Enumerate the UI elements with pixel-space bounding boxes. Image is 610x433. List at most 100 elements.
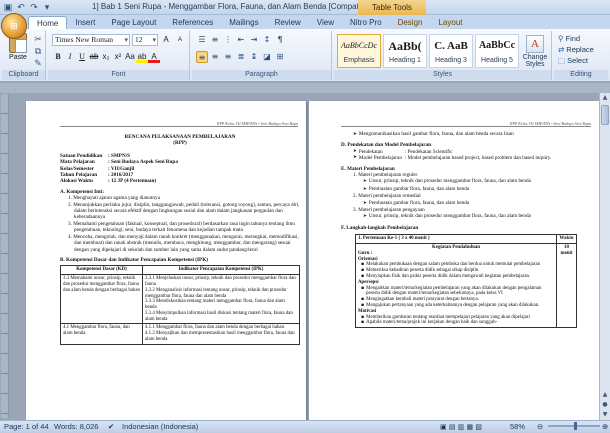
ribbon: Paste ✂ ⧉ ✎ Clipboard Times New Roman 12…: [0, 29, 610, 82]
styles-group-label: Styles: [334, 70, 551, 80]
office-button[interactable]: ⊞: [1, 13, 27, 39]
style-heading-3[interactable]: C. AaB Heading 3: [429, 34, 473, 68]
font-name-combo[interactable]: Times New Roman: [52, 34, 130, 46]
shading-icon[interactable]: ◪: [261, 51, 273, 63]
select-icon: ⬚: [558, 56, 566, 65]
font-group: Times New Roman 12 A A B I U ab x₂ x² Aa…: [48, 31, 190, 80]
style-heading-5[interactable]: AaBbCc Heading 5: [475, 34, 519, 68]
bullets-icon[interactable]: ☰: [196, 34, 208, 46]
bullet-icon: ▪: [361, 320, 365, 326]
font-size-combo[interactable]: 12: [132, 34, 158, 46]
font-color-button[interactable]: A: [148, 51, 160, 63]
subscript-button[interactable]: x₂: [100, 51, 112, 63]
style-name: Heading 3: [435, 57, 467, 64]
style-emphasis[interactable]: AaBbCcDc Emphasis: [337, 34, 381, 68]
prev-page-icon[interactable]: ▲: [600, 390, 610, 400]
page-count[interactable]: Page: 1 of 44: [4, 421, 49, 433]
show-formatting-icon[interactable]: ¶: [274, 34, 286, 46]
superscript-button[interactable]: x²: [112, 51, 124, 63]
kd-cell: 4.1 Menggambar flora, fauna, dan alam be…: [60, 323, 143, 345]
multilevel-list-icon[interactable]: ⋮: [222, 34, 234, 46]
scroll-thumb[interactable]: [601, 105, 609, 125]
kd-cell: 3.3 Memahami unsur, prinsip, teknik dan …: [60, 274, 143, 325]
tab-references[interactable]: References: [164, 16, 221, 29]
word-window: ▣ ↶ ↷ ▾ 1] Bab 1 Seni Rupa - Menggambar …: [0, 0, 610, 433]
tab-mailings[interactable]: Mailings: [221, 16, 266, 29]
style-sample: AaBbCc: [478, 40, 516, 51]
line-spacing-icon[interactable]: ↨: [248, 51, 260, 63]
kegiatan-cell: Kegiatan Pendahuluan Guru : Orientasi ▪ M…: [355, 243, 557, 329]
cut-icon[interactable]: ✂: [32, 34, 44, 45]
customize-qat-icon[interactable]: ▾: [41, 1, 53, 13]
scroll-up-icon[interactable]: ▲: [600, 93, 610, 103]
document-area[interactable]: RPP Kelas VII SMP/MTs • Seni Budaya Seni…: [10, 93, 599, 420]
bold-button[interactable]: B: [52, 51, 64, 63]
align-left-icon[interactable]: ≡: [196, 51, 208, 63]
increase-indent-icon[interactable]: ⇥: [248, 34, 260, 46]
sort-icon[interactable]: ↕: [261, 34, 273, 46]
meeting-table[interactable]: 1. Pertemuan Ke-1 ( 3 x 40 menit ) Waktu…: [355, 234, 577, 329]
tab-home[interactable]: Home: [28, 16, 68, 29]
vertical-ruler[interactable]: [1, 94, 9, 418]
tab-insert[interactable]: Insert: [67, 16, 103, 29]
format-painter-icon[interactable]: ✎: [32, 58, 44, 69]
underline-button[interactable]: U: [76, 51, 88, 63]
align-right-icon[interactable]: ≡: [222, 51, 234, 63]
paste-label: Paste: [9, 54, 27, 61]
copy-icon[interactable]: ⧉: [32, 46, 44, 57]
word-count[interactable]: Words: 8,026: [54, 421, 98, 433]
list-item: ▪ Apabila materi/tema/projek ini kerjakan…: [358, 320, 554, 326]
list-item-text: Pembuatan gambar flora, fauna, dan alam …: [368, 199, 470, 206]
change-case-button[interactable]: Aa: [124, 51, 136, 63]
ki-item: 2. Menunjukkan perilaku jujur, disiplin,…: [68, 201, 300, 221]
zoom-out-icon[interactable]: ⊖: [537, 421, 543, 433]
numbering-icon[interactable]: ≡: [209, 34, 221, 46]
undo-icon[interactable]: ↶: [15, 1, 27, 13]
f-heading: F. Langkah-langkah Pembelajaran: [341, 224, 419, 231]
grow-font-icon[interactable]: A: [160, 34, 172, 46]
tab-review[interactable]: Review: [267, 16, 309, 29]
replace-button[interactable]: ⇄ Replace: [558, 45, 594, 54]
zoom-slider-thumb[interactable]: [574, 422, 577, 430]
tab-nitro-pro[interactable]: Nitro Pro: [342, 16, 390, 29]
proofing-icon[interactable]: ✔: [108, 421, 114, 433]
italic-button[interactable]: I: [64, 51, 76, 63]
replace-icon: ⇄: [558, 45, 565, 54]
justify-icon[interactable]: ≣: [235, 51, 247, 63]
arrow-bullet-icon: ➤: [363, 179, 367, 185]
tab-view[interactable]: View: [309, 16, 342, 29]
align-center-icon[interactable]: ≡: [209, 51, 221, 63]
ki-item: 4. Mencoba, mengolah, dan menyaji dalam …: [68, 233, 299, 253]
change-styles-button[interactable]: A Change Styles: [518, 35, 552, 68]
view-buttons[interactable]: ▣ ▤ ▥ ▦ ▧: [440, 421, 482, 433]
tab-layout[interactable]: Layout: [430, 16, 470, 29]
shrink-font-icon[interactable]: A: [174, 34, 186, 46]
list-item: ➤ Pembuatan gambar flora, fauna, dan alam…: [341, 200, 593, 207]
style-name: Heading 5: [481, 57, 513, 64]
next-page-icon[interactable]: ▼: [600, 410, 610, 420]
language-indicator[interactable]: Indonesian (Indonesia): [122, 421, 198, 433]
select-button[interactable]: ⬚ Select: [558, 56, 588, 65]
kd-table[interactable]: Kompetensi Dasar (KD) Indikator Pencapai…: [60, 265, 300, 345]
ipk-item: 3.3.4 Menyimpulkan informasi hasil disku…: [145, 310, 293, 322]
vertical-scrollbar[interactable]: ▲ ▲ ● ▼: [599, 93, 610, 420]
list-item: ▪ Mengajukan pertanyaan yang ada keterkai…: [358, 303, 554, 309]
tab-design[interactable]: Design: [390, 16, 431, 29]
style-heading-1[interactable]: AaBb( Heading 1: [383, 34, 427, 68]
decrease-indent-icon[interactable]: ⇤: [235, 34, 247, 46]
strikethrough-button[interactable]: ab: [88, 51, 100, 63]
zoom-level[interactable]: 58%: [510, 421, 525, 433]
redo-icon[interactable]: ↷: [28, 1, 40, 13]
zoom-in-icon[interactable]: ⊕: [602, 421, 608, 433]
find-button[interactable]: ⚲ Find: [558, 34, 580, 43]
borders-icon[interactable]: ⊞: [274, 51, 286, 63]
ribbon-tab-strip: Home Insert Page Layout References Maili…: [0, 15, 610, 29]
document-page-2[interactable]: RPP Kelas VII SMP/MTs • Seni Budaya Seni…: [309, 101, 599, 420]
save-icon[interactable]: ▣: [2, 1, 14, 13]
document-page-1[interactable]: RPP Kelas VII SMP/MTs • Seni Budaya Seni…: [26, 101, 306, 420]
tab-page-layout[interactable]: Page Layout: [103, 16, 164, 29]
highlight-color-button[interactable]: ab: [136, 51, 148, 63]
table-row: 3.3 Memahami unsur, prinsip, teknik dan …: [60, 274, 300, 325]
select-browse-object-icon[interactable]: ●: [600, 400, 610, 410]
meeting-header: 1. Pertemuan Ke-1 ( 3 x 40 menit ): [355, 234, 557, 245]
